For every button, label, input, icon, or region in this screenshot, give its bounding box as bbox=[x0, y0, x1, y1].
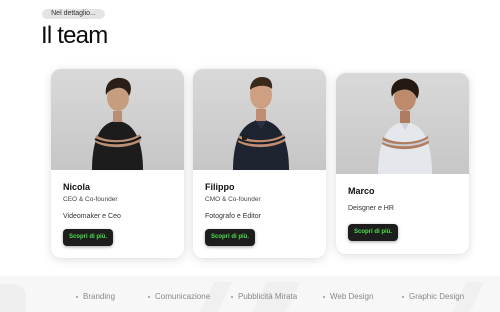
service-item: Web Design bbox=[323, 292, 373, 301]
team-card-marco: Marco Deisgner e HR Scopri di più. bbox=[336, 73, 469, 254]
service-item: Graphic Design bbox=[402, 292, 464, 301]
member-role: CMO & Co-founder bbox=[205, 196, 261, 203]
team-card-nicola: Nicola CEO & Co-founder Videomaker e Ceo… bbox=[51, 69, 184, 258]
photo-nicola bbox=[51, 69, 184, 170]
page-title: Il team bbox=[41, 22, 108, 49]
member-description: Fotografo e Editor bbox=[205, 213, 262, 220]
member-role: CEO & Co-founder bbox=[63, 196, 118, 203]
discover-more-button[interactable]: Scopri di più. bbox=[205, 229, 255, 246]
service-item: Branding bbox=[76, 292, 115, 301]
member-description: Videomaker e Ceo bbox=[63, 213, 121, 220]
photo-filippo bbox=[193, 69, 326, 170]
member-name: Nicola bbox=[63, 182, 91, 192]
section-tag: Nel dettaglio... bbox=[42, 9, 105, 19]
service-item: Comunicazione bbox=[148, 292, 210, 301]
member-description: Deisgner e HR bbox=[348, 205, 394, 212]
photo-marco bbox=[336, 73, 469, 174]
person-marco-image bbox=[378, 78, 432, 174]
discover-more-button[interactable]: Scopri di più. bbox=[348, 224, 398, 241]
person-filippo-image bbox=[233, 77, 289, 170]
discover-more-button[interactable]: Scopri di più. bbox=[63, 229, 113, 246]
service-item: Pubblicità Mirata bbox=[231, 292, 297, 301]
member-name: Filippo bbox=[205, 182, 235, 192]
person-nicola-image bbox=[92, 77, 143, 170]
member-name: Marco bbox=[348, 186, 375, 196]
services-ticker: Branding Comunicazione Pubblicità Mirata… bbox=[0, 292, 500, 304]
team-card-filippo: Filippo CMO & Co-founder Fotografo e Edi… bbox=[193, 69, 326, 258]
